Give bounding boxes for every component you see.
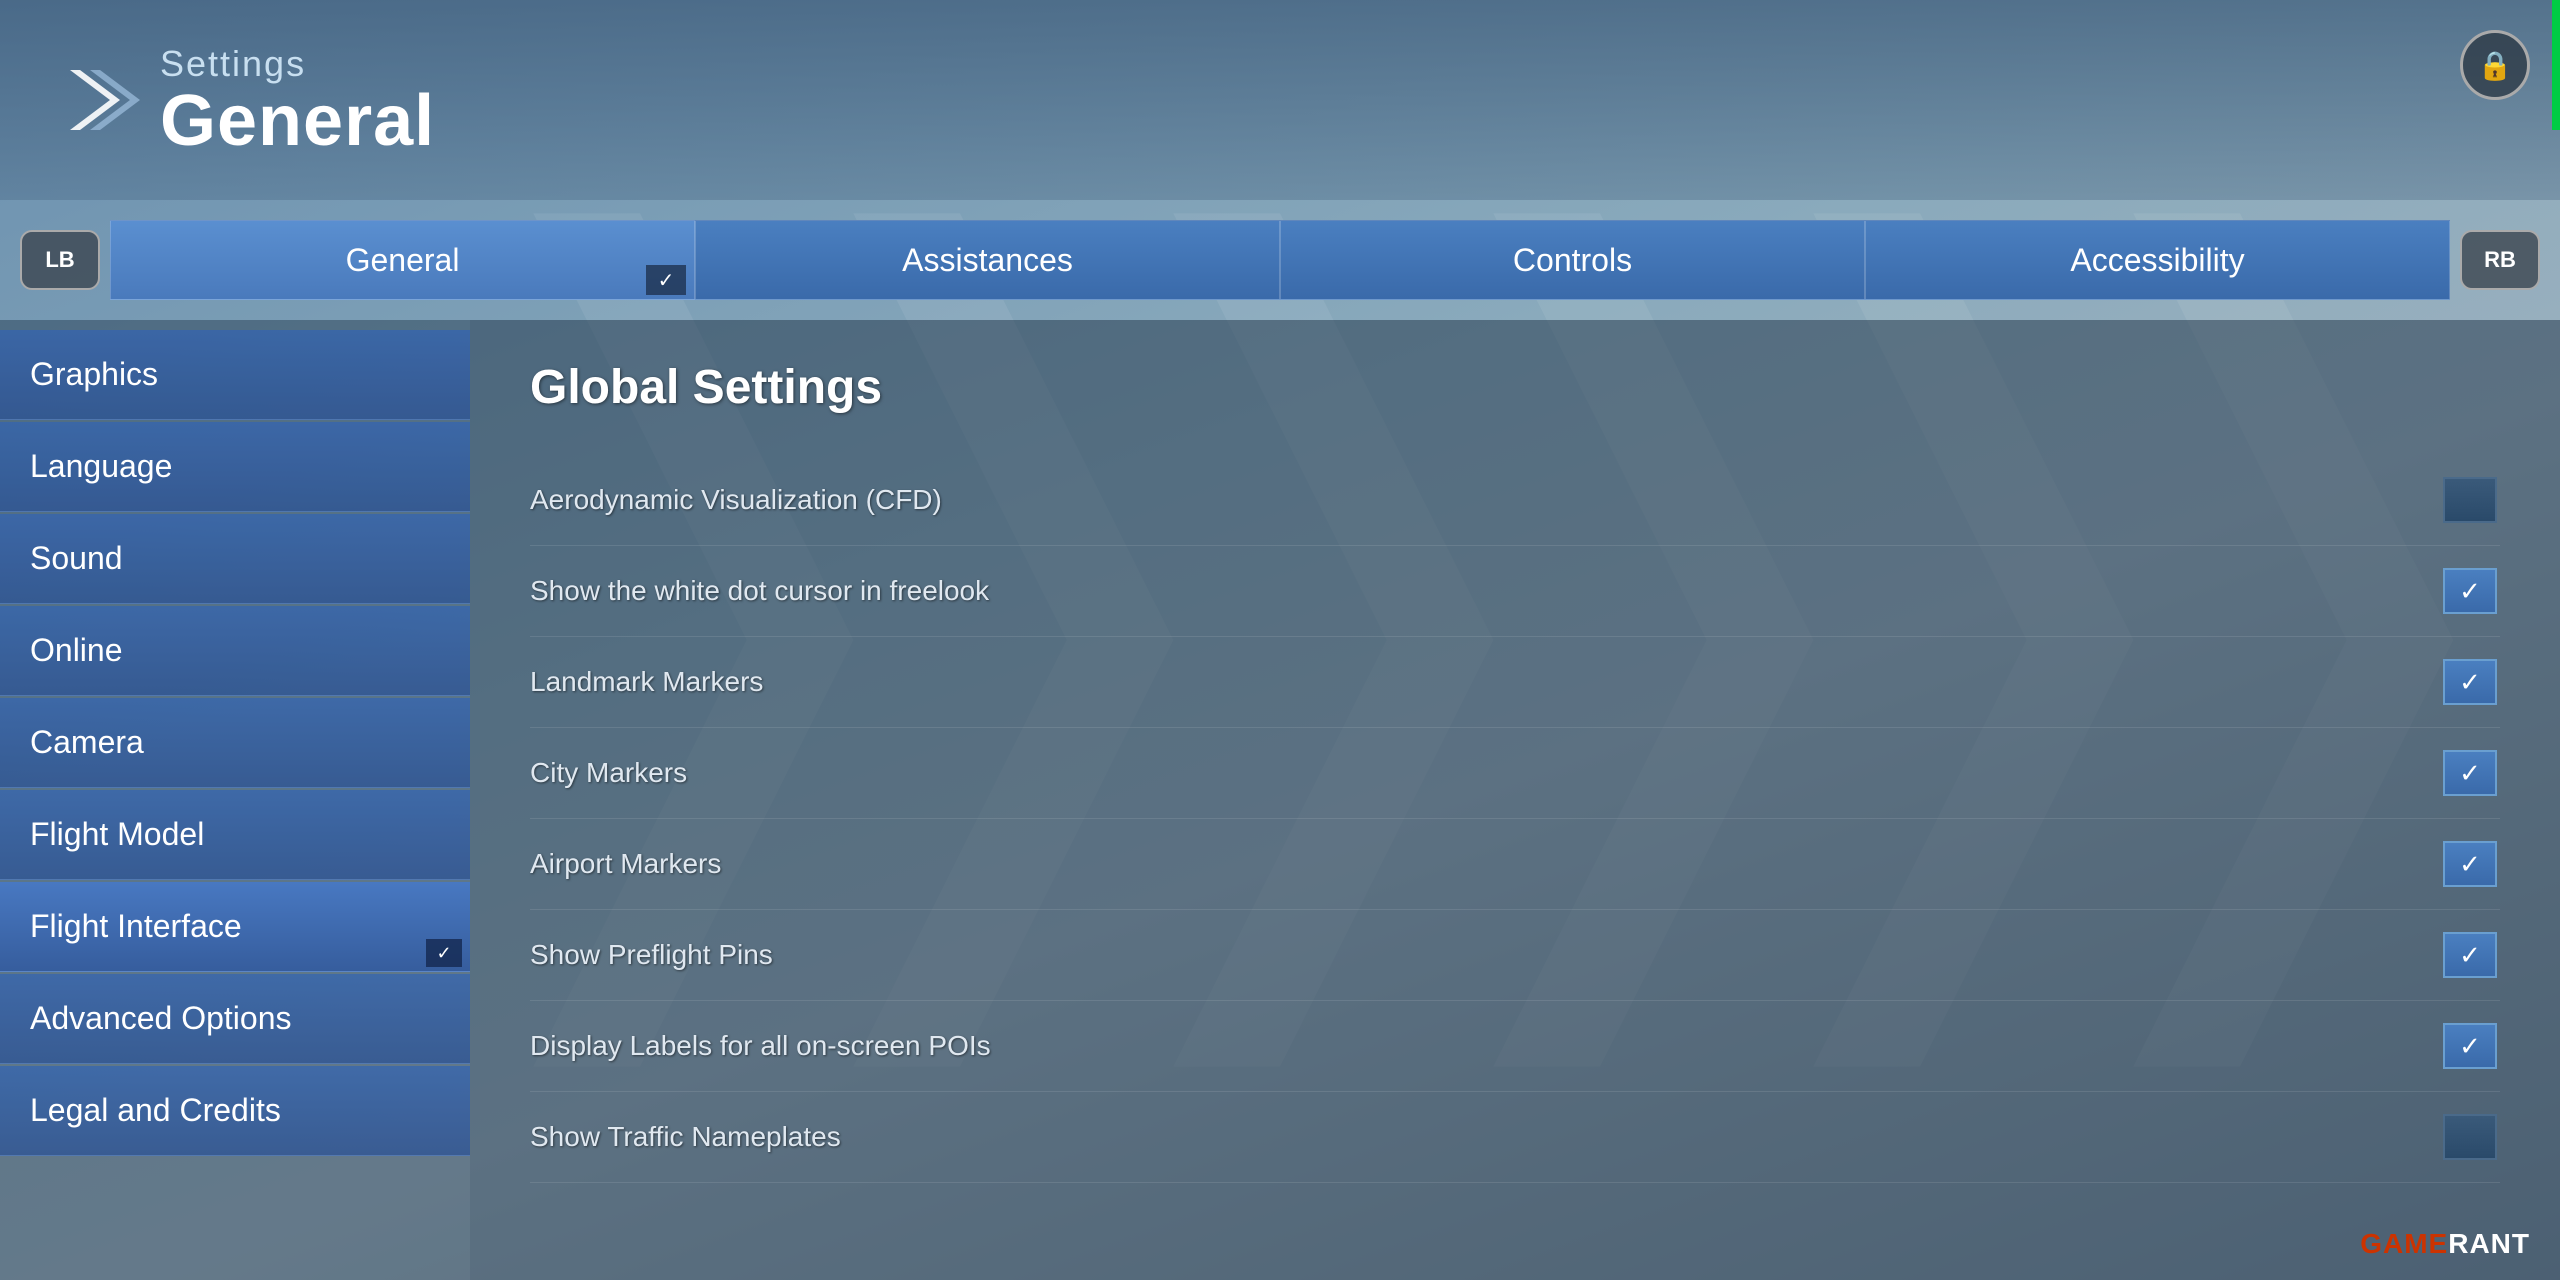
header: Settings General	[0, 0, 2560, 200]
setting-label-airport-markers: Airport Markers	[530, 848, 721, 880]
tab-bar: LB General ✓ Assistances Controls Access…	[0, 200, 2560, 320]
setting-row-display-labels: Display Labels for all on-screen POIs ✓	[530, 1001, 2500, 1092]
setting-row-aero-viz: Aerodynamic Visualization (CFD)	[530, 455, 2500, 546]
checkbox-city-markers[interactable]: ✓	[2440, 748, 2500, 798]
checkbox-airport-markers-checked: ✓	[2443, 841, 2497, 887]
sidebar-item-flight-interface[interactable]: Flight Interface ✓	[0, 882, 470, 972]
tab-accessibility[interactable]: Accessibility	[1865, 220, 2450, 300]
sidebar-item-legal-credits[interactable]: Legal and Credits	[0, 1066, 470, 1156]
gamerant-game: GAME	[2360, 1228, 2448, 1259]
checkbox-airport-markers[interactable]: ✓	[2440, 839, 2500, 889]
sidebar-item-camera[interactable]: Camera	[0, 698, 470, 788]
checkbox-aero-viz-unchecked	[2443, 477, 2497, 523]
header-chevron-icon	[60, 60, 140, 140]
header-text: Settings General	[160, 43, 435, 157]
sidebar-item-flight-interface-checkmark: ✓	[426, 939, 462, 967]
sidebar-item-online[interactable]: Online	[0, 606, 470, 696]
setting-row-airport-markers: Airport Markers ✓	[530, 819, 2500, 910]
checkbox-preflight-pins[interactable]: ✓	[2440, 930, 2500, 980]
checkbox-city-markers-checked: ✓	[2443, 750, 2497, 796]
setting-row-landmark-markers: Landmark Markers ✓	[530, 637, 2500, 728]
green-status-line	[2552, 0, 2560, 130]
checkbox-landmark-markers[interactable]: ✓	[2440, 657, 2500, 707]
settings-panel: Global Settings Aerodynamic Visualizatio…	[470, 320, 2560, 1280]
header-settings-label: Settings	[160, 43, 435, 85]
header-title: General	[160, 85, 435, 157]
gamerant-logo: GAMERANT	[2360, 1228, 2530, 1260]
checkbox-white-dot-checked: ✓	[2443, 568, 2497, 614]
main-content: Graphics Language Sound Online Camera Fl…	[0, 320, 2560, 1280]
checkbox-display-labels[interactable]: ✓	[2440, 1021, 2500, 1071]
section-title: Global Settings	[530, 360, 2500, 415]
sidebar-item-flight-model[interactable]: Flight Model	[0, 790, 470, 880]
setting-label-display-labels: Display Labels for all on-screen POIs	[530, 1030, 991, 1062]
sidebar-item-graphics[interactable]: Graphics	[0, 330, 470, 420]
setting-label-white-dot: Show the white dot cursor in freelook	[530, 575, 989, 607]
checkbox-preflight-pins-checked: ✓	[2443, 932, 2497, 978]
gamerant-rant: RANT	[2448, 1228, 2530, 1259]
top-right-lock-icon[interactable]: 🔒	[2460, 30, 2530, 100]
checkbox-aero-viz[interactable]	[2440, 475, 2500, 525]
setting-label-city-markers: City Markers	[530, 757, 687, 789]
tab-controls[interactable]: Controls	[1280, 220, 1865, 300]
checkbox-display-labels-checked: ✓	[2443, 1023, 2497, 1069]
setting-row-traffic-nameplates: Show Traffic Nameplates	[530, 1092, 2500, 1183]
setting-row-preflight-pins: Show Preflight Pins ✓	[530, 910, 2500, 1001]
checkbox-white-dot[interactable]: ✓	[2440, 566, 2500, 616]
setting-label-traffic-nameplates: Show Traffic Nameplates	[530, 1121, 841, 1153]
tab-general-checkmark: ✓	[646, 265, 686, 295]
sidebar-item-language[interactable]: Language	[0, 422, 470, 512]
setting-row-white-dot: Show the white dot cursor in freelook ✓	[530, 546, 2500, 637]
sidebar-item-advanced-options[interactable]: Advanced Options	[0, 974, 470, 1064]
checkbox-traffic-nameplates-unchecked	[2443, 1114, 2497, 1160]
rb-button[interactable]: RB	[2460, 230, 2540, 290]
tab-general[interactable]: General ✓	[110, 220, 695, 300]
setting-label-preflight-pins: Show Preflight Pins	[530, 939, 773, 971]
tab-assistances[interactable]: Assistances	[695, 220, 1280, 300]
sidebar-item-sound[interactable]: Sound	[0, 514, 470, 604]
lb-button[interactable]: LB	[20, 230, 100, 290]
setting-label-landmark-markers: Landmark Markers	[530, 666, 763, 698]
setting-row-city-markers: City Markers ✓	[530, 728, 2500, 819]
checkbox-landmark-markers-checked: ✓	[2443, 659, 2497, 705]
sidebar: Graphics Language Sound Online Camera Fl…	[0, 320, 470, 1280]
setting-label-aero-viz: Aerodynamic Visualization (CFD)	[530, 484, 942, 516]
checkbox-traffic-nameplates[interactable]	[2440, 1112, 2500, 1162]
